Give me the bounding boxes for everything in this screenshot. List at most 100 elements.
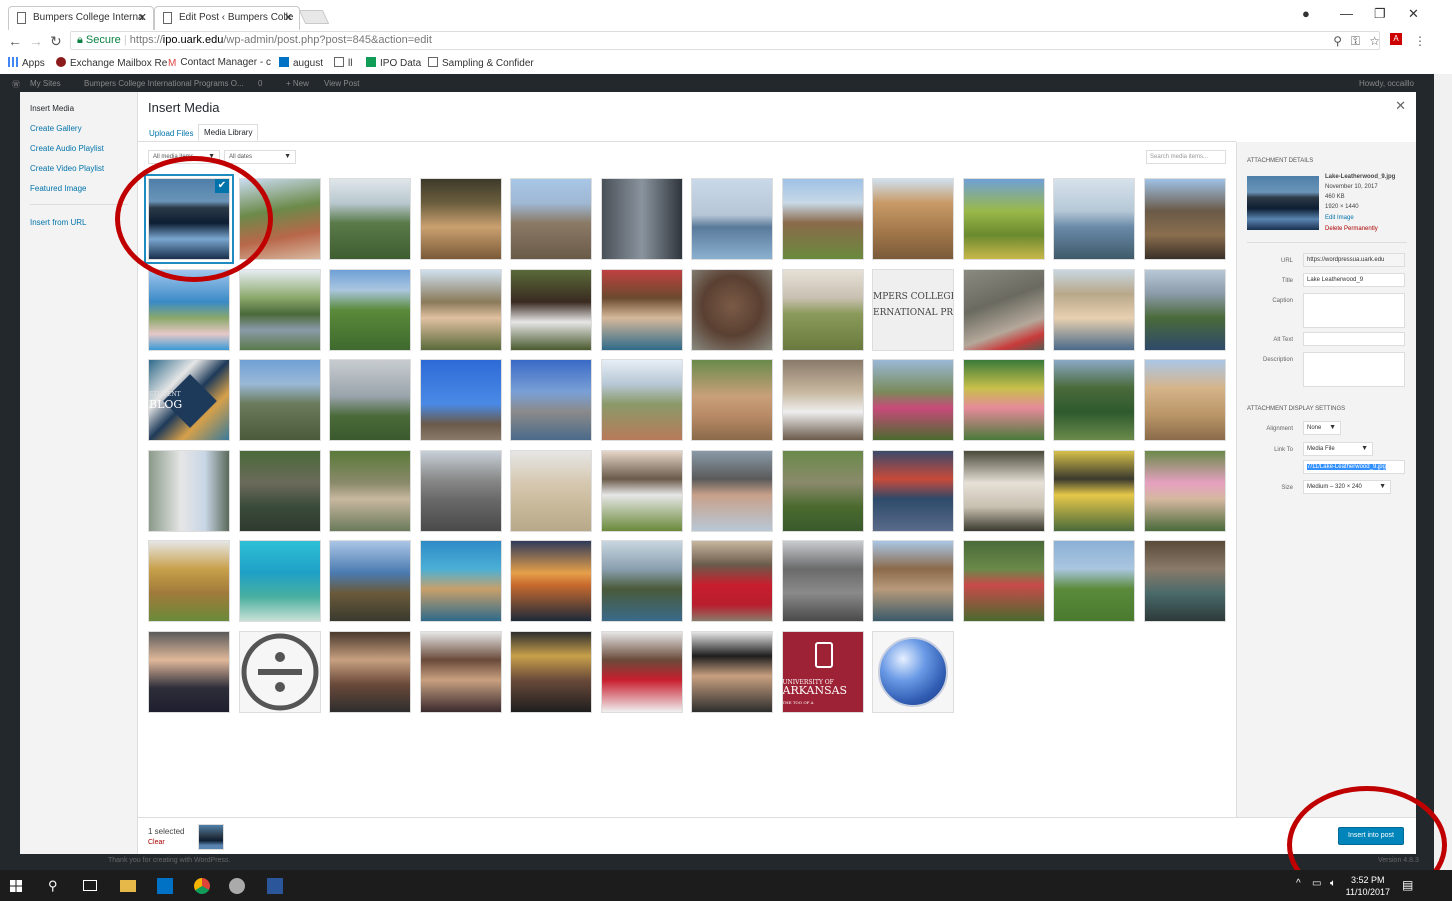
bookmark-august[interactable]: august <box>279 57 323 69</box>
admin-bar-new[interactable]: + New <box>286 79 309 88</box>
delete-permanently-link[interactable]: Delete Permanently <box>1325 226 1378 232</box>
attachment-thumb[interactable] <box>691 449 773 532</box>
attachment-thumb[interactable] <box>962 268 1045 351</box>
link-to-select[interactable]: Media File ▼ <box>1303 442 1373 456</box>
attachment-thumb[interactable] <box>329 540 411 622</box>
attachment-thumb[interactable] <box>872 540 954 622</box>
wordpress-logo-icon[interactable]: Ⓦ <box>12 79 20 90</box>
bookmark-ll[interactable]: ll <box>334 57 352 69</box>
attachment-thumb[interactable] <box>1143 540 1226 622</box>
new-tab-button[interactable] <box>298 10 330 24</box>
search-media-input[interactable]: Search media items... <box>1146 150 1226 164</box>
bookmark-sampling[interactable]: Sampling & Confider <box>428 57 534 69</box>
attachment-thumb[interactable] <box>510 178 592 260</box>
windows-start-icon[interactable] <box>10 880 22 892</box>
attachment-thumb[interactable] <box>1053 540 1135 622</box>
attachment-thumb[interactable] <box>691 540 773 622</box>
attachment-thumb[interactable] <box>1143 449 1226 532</box>
attachment-thumb[interactable] <box>419 268 502 351</box>
app-icon[interactable] <box>229 878 245 894</box>
bookmark-ipo-data[interactable]: IPO Data <box>366 57 421 69</box>
chrome-icon[interactable] <box>194 878 210 894</box>
alignment-select[interactable]: None ▼ <box>1303 421 1341 435</box>
attachment-thumb-college[interactable]: MPERS COLLEGE ERNATIONAL PROGR <box>872 268 954 351</box>
taskbar-clock[interactable]: 3:52 PM 11/10/2017 <box>1346 874 1390 898</box>
attachment-thumb[interactable] <box>962 359 1045 441</box>
attachment-thumb[interactable] <box>962 449 1045 532</box>
profile-icon[interactable]: ● <box>1302 6 1310 21</box>
alt-text-field[interactable] <box>1303 332 1405 346</box>
attachment-thumb[interactable] <box>329 359 411 441</box>
admin-bar-howdy[interactable]: Howdy, occaillo <box>1359 79 1414 88</box>
attachment-thumb[interactable] <box>238 268 321 351</box>
tab-media-library[interactable]: Media Library <box>198 124 259 141</box>
attachment-thumb[interactable] <box>691 630 773 713</box>
attachment-thumb[interactable] <box>510 630 592 713</box>
attachment-thumb-divide[interactable] <box>238 630 321 713</box>
attachment-thumb[interactable] <box>1143 178 1226 260</box>
close-tab-icon[interactable]: ✕ <box>284 11 293 24</box>
bookmark-apps[interactable]: Apps <box>8 57 45 69</box>
task-view-icon[interactable] <box>83 880 97 891</box>
attachment-thumb-arkansas[interactable]: UNIVERSITY OF ARKANSAS THE TOO OF A <box>781 630 864 713</box>
menu-featured-image[interactable]: Featured Image <box>30 184 86 193</box>
admin-bar-view-post[interactable]: View Post <box>324 79 359 88</box>
attachment-thumb[interactable] <box>600 540 683 622</box>
selected-thumbnail[interactable] <box>198 824 224 850</box>
date-filter[interactable]: All dates ▼ <box>224 150 296 164</box>
caption-field[interactable] <box>1303 293 1405 328</box>
menu-create-audio-playlist[interactable]: Create Audio Playlist <box>30 144 104 153</box>
attachment-thumb-globe[interactable] <box>872 630 954 713</box>
word-icon[interactable] <box>267 878 283 894</box>
attachment-thumb[interactable] <box>600 630 683 713</box>
tray-chevron-icon[interactable]: ^ <box>1296 878 1312 894</box>
attachment-thumb[interactable] <box>600 178 683 260</box>
attachment-thumb[interactable] <box>1143 359 1226 441</box>
reload-icon[interactable]: ↻ <box>50 33 62 50</box>
attachment-thumb[interactable] <box>238 359 321 441</box>
attachment-thumb[interactable] <box>329 178 411 260</box>
file-explorer-icon[interactable] <box>120 880 136 892</box>
attachment-thumb[interactable] <box>1143 268 1226 351</box>
attachment-thumb[interactable] <box>691 268 773 351</box>
attachment-thumb[interactable] <box>691 359 773 441</box>
attachment-thumb[interactable] <box>419 178 502 260</box>
bookmark-contact-manager[interactable]: M Contact Manager - c <box>168 57 271 69</box>
bookmark-exchange[interactable]: Exchange Mailbox Re <box>56 57 167 69</box>
attachment-thumb[interactable] <box>329 449 411 532</box>
description-field[interactable] <box>1303 352 1405 387</box>
close-icon[interactable]: ✕ <box>1395 98 1406 114</box>
attachment-thumb[interactable] <box>691 178 773 260</box>
browser-tab-bumpers[interactable]: Bumpers College Interna ✕ <box>8 6 154 30</box>
attachment-thumb[interactable] <box>510 359 592 441</box>
attachment-thumb-blog[interactable]: STUDENT BLOG <box>148 359 230 441</box>
outlook-icon[interactable] <box>157 878 173 894</box>
attachment-thumb[interactable] <box>419 630 502 713</box>
attachment-thumb[interactable] <box>419 540 502 622</box>
attachment-thumb[interactable] <box>148 540 230 622</box>
attachment-thumb[interactable] <box>1053 359 1135 441</box>
attachment-thumb[interactable] <box>419 449 502 532</box>
chrome-menu-icon[interactable]: ⋮ <box>1414 34 1426 48</box>
attachment-thumb[interactable] <box>329 630 411 713</box>
attachment-thumb[interactable] <box>872 178 954 260</box>
size-select[interactable]: Medium – 320 × 240 ▼ <box>1303 480 1391 494</box>
attachment-thumb[interactable] <box>419 359 502 441</box>
network-icon[interactable]: ▭ <box>1312 878 1328 894</box>
admin-bar-my-sites[interactable]: My Sites <box>30 79 61 88</box>
attachment-thumb[interactable] <box>510 540 592 622</box>
attachment-thumb[interactable] <box>238 540 321 622</box>
attachment-thumb[interactable] <box>781 359 864 441</box>
attachment-thumb[interactable] <box>600 359 683 441</box>
attachment-thumb[interactable] <box>148 449 230 532</box>
back-icon[interactable]: ← <box>8 33 22 49</box>
attachment-thumb[interactable] <box>510 449 592 532</box>
browser-scrollbar[interactable] <box>1434 74 1452 870</box>
acrobat-icon[interactable]: A <box>1390 33 1402 45</box>
zoom-icon[interactable]: ⚲ <box>1333 34 1342 48</box>
menu-insert-media[interactable]: Insert Media <box>30 104 74 113</box>
attachment-thumb[interactable] <box>781 268 864 351</box>
admin-bar-comments[interactable]: 0 <box>258 79 262 88</box>
tab-upload-files[interactable]: Upload Files <box>144 126 198 141</box>
attachment-thumb[interactable] <box>238 449 321 532</box>
